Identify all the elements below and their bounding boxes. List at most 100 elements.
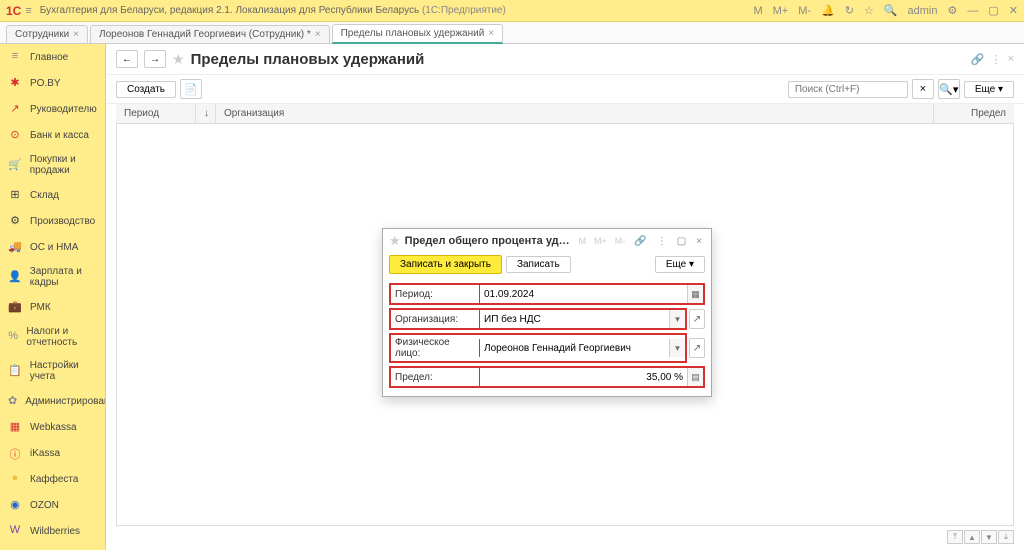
sidebar-item-17[interactable]: WWildberries [0, 518, 105, 544]
sidebar-icon: 💼 [8, 300, 22, 314]
nav-forward-button[interactable]: → [144, 50, 166, 68]
sidebar-icon: ↗ [8, 102, 22, 116]
sidebar-icon: ✱ [8, 76, 22, 90]
sidebar-icon: W [8, 524, 22, 538]
dialog-link-icon[interactable]: 🔗 [634, 236, 646, 247]
tab-employee-detail[interactable]: Лореонов Геннадий Георгиевич (Сотрудник)… [90, 25, 330, 43]
sidebar-item-6[interactable]: ⚙Производство [0, 208, 105, 234]
tab-deduction-limits[interactable]: Пределы плановых удержаний× [332, 24, 504, 44]
history-icon[interactable]: ↻ [845, 4, 854, 17]
dlg-m[interactable]: M [578, 236, 586, 246]
bell-icon[interactable]: 🔔 [821, 4, 835, 17]
hamburger-icon[interactable]: ≡ [25, 5, 31, 17]
sidebar-item-16[interactable]: ◉OZON [0, 492, 105, 518]
open-org-icon[interactable]: ↗ [689, 309, 705, 329]
sidebar-label: OZON [30, 500, 59, 511]
dialog-more-button[interactable]: Еще ▾ [655, 256, 705, 273]
organization-input[interactable] [479, 310, 669, 328]
sidebar-label: ОС и НМА [30, 242, 78, 253]
limit-input[interactable] [479, 368, 687, 386]
sidebar-item-12[interactable]: ✿Администрирование [0, 388, 105, 414]
sidebar-label: РМК [30, 302, 51, 313]
memory-mplus[interactable]: M+ [773, 5, 789, 17]
close-icon[interactable]: × [488, 28, 494, 39]
search-input[interactable] [788, 81, 908, 98]
sidebar-item-10[interactable]: %Налоги и отчетность [0, 320, 105, 354]
global-search-icon[interactable]: 🔍 [884, 4, 898, 17]
scroll-bottom-icon[interactable]: ⤓ [998, 530, 1014, 544]
dialog-close-icon[interactable]: × [696, 236, 702, 247]
close-page-icon[interactable]: × [1008, 53, 1014, 66]
dlg-mminus[interactable]: M- [615, 236, 626, 246]
sidebar-item-7[interactable]: 🚚ОС и НМА [0, 234, 105, 260]
sidebar-label: Главное [30, 52, 68, 63]
sidebar-icon: ⊞ [8, 188, 22, 202]
calculator-icon[interactable]: ▤ [687, 368, 703, 386]
more-button[interactable]: Еще ▾ [964, 81, 1014, 98]
sidebar-label: Webkassa [30, 422, 77, 433]
sidebar-item-4[interactable]: 🛒Покупки и продажи [0, 148, 105, 182]
scroll-up-icon[interactable]: ▲ [964, 530, 980, 544]
dialog-maximize-icon[interactable]: ▢ [677, 236, 686, 247]
copy-icon[interactable]: 📄 [180, 79, 202, 99]
col-organization[interactable]: Организация [216, 104, 934, 123]
dialog-star-icon[interactable]: ★ [389, 233, 401, 249]
link-icon[interactable]: 🔗 [971, 53, 985, 66]
favorite-star-icon[interactable]: ★ [172, 51, 185, 68]
create-button[interactable]: Создать [116, 81, 176, 98]
tabs-bar: Сотрудники× Лореонов Геннадий Георгиевич… [0, 22, 1024, 44]
save-close-button[interactable]: Записать и закрыть [389, 255, 502, 274]
dropdown-icon[interactable]: ▾ [669, 310, 685, 328]
close-icon[interactable]: × [73, 29, 79, 40]
sidebar-item-1[interactable]: ✱PO.BY [0, 70, 105, 96]
person-input[interactable] [479, 339, 669, 357]
clear-search-icon[interactable]: × [912, 79, 934, 99]
dlg-mplus[interactable]: M+ [594, 236, 607, 246]
period-input[interactable] [479, 285, 687, 303]
user-label[interactable]: admin [908, 5, 938, 17]
sidebar-icon: 📋 [8, 364, 22, 378]
dropdown-icon[interactable]: ▾ [669, 339, 685, 357]
sidebar-label: Покупки и продажи [30, 154, 97, 176]
save-button[interactable]: Записать [506, 256, 571, 273]
sidebar-item-0[interactable]: ≡Главное [0, 44, 105, 70]
col-limit[interactable]: Предел [934, 104, 1014, 123]
calendar-icon[interactable]: ▦ [687, 285, 703, 303]
tab-employees[interactable]: Сотрудники× [6, 25, 88, 43]
sidebar-item-13[interactable]: ▦Webkassa [0, 414, 105, 440]
kebab-icon[interactable]: ⋮ [991, 53, 1002, 66]
sidebar-item-5[interactable]: ⊞Склад [0, 182, 105, 208]
sidebar-item-2[interactable]: ↗Руководителю [0, 96, 105, 122]
titlebar: 1C ≡ Бухгалтерия для Беларуси, редакция … [0, 0, 1024, 22]
sidebar-item-3[interactable]: ⊙Банк и касса [0, 122, 105, 148]
memory-mminus[interactable]: M- [798, 5, 811, 17]
limit-row: Предел: ▤ [389, 366, 705, 388]
sidebar-item-14[interactable]: ⓘiKassa [0, 440, 105, 466]
favorite-icon[interactable]: ☆ [864, 4, 874, 17]
sidebar-item-11[interactable]: 📋Настройки учета [0, 354, 105, 388]
scroll-top-icon[interactable]: ⤒ [947, 530, 963, 544]
col-period[interactable]: Период [116, 104, 196, 123]
close-app-icon[interactable]: ✕ [1009, 4, 1018, 17]
sidebar-item-15[interactable]: ●Каффеста [0, 466, 105, 492]
scroll-down-icon[interactable]: ▼ [981, 530, 997, 544]
sort-indicator[interactable]: ↓ [196, 104, 216, 123]
maximize-icon[interactable]: ▢ [988, 4, 998, 17]
sidebar-item-8[interactable]: 👤Зарплата и кадры [0, 260, 105, 294]
nav-back-button[interactable]: ← [116, 50, 138, 68]
memory-m[interactable]: M [753, 5, 762, 17]
sidebar-label: Производство [30, 216, 95, 227]
sidebar-icon: ● [8, 472, 22, 486]
close-icon[interactable]: × [315, 29, 321, 40]
sidebar-label: iKassa [30, 448, 60, 459]
dialog-kebab-icon[interactable]: ⋮ [657, 236, 667, 247]
sidebar-item-9[interactable]: 💼 РМК [0, 294, 105, 320]
sidebar-icon: ⊙ [8, 128, 22, 142]
dialog-header[interactable]: ★ Предел общего процента удержаний ... M… [383, 229, 711, 253]
search-button[interactable]: 🔍▾ [938, 79, 960, 99]
organization-label: Организация: [391, 312, 479, 327]
open-person-icon[interactable]: ↗ [689, 338, 705, 358]
sidebar: ≡Главное✱PO.BY↗Руководителю⊙Банк и касса… [0, 44, 106, 550]
minimize-icon[interactable]: — [967, 5, 978, 17]
settings-icon[interactable]: ⚙ [948, 4, 958, 17]
